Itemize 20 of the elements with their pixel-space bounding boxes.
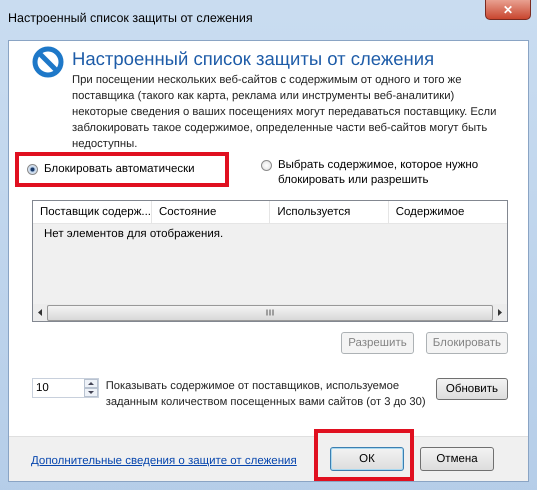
scroll-right-icon[interactable]	[497, 308, 503, 317]
empty-list-text: Нет элементов для отображения.	[44, 228, 224, 240]
scroll-left-icon[interactable]	[37, 308, 43, 317]
dialog-button[interactable]: ОК	[330, 447, 404, 471]
column-header[interactable]: Поставщик содерж...	[33, 201, 152, 223]
dialog-button[interactable]: Отмена	[420, 447, 494, 471]
more-info-link[interactable]: Дополнительные сведения о защите от слежения	[31, 455, 297, 467]
column-header[interactable]: Содержимое	[388, 201, 507, 223]
refresh-button[interactable]: Обновить	[436, 378, 508, 400]
horizontal-scrollbar[interactable]	[33, 304, 507, 321]
description-text: При посещении нескольких веб-сайтов с содержимым от одного и того же поставщика (такого как карта, реклама или инструменты веб-аналитики) некоторые сведения о ваших посещениях могут передаваться поставщику. Если заблокировать такое содержимое, определенные части веб-сайтов могут быть недоступны.	[72, 73, 498, 152]
threshold-label: Показывать содержимое от поставщиков, используемое заданным количеством посещенных вами сайтов (от 3 до 30)	[106, 379, 427, 410]
number-spinner[interactable]: 10	[32, 378, 99, 398]
window-title: Настроенный список защиты от слежения	[8, 11, 253, 25]
dialog-heading: Настроенный список защиты от слежения	[72, 48, 436, 70]
mode-radio[interactable]: Блокировать автоматически	[15, 152, 229, 187]
column-header[interactable]: Состояние	[152, 201, 270, 223]
column-header[interactable]: Используется	[270, 201, 389, 223]
grip-icon	[266, 309, 274, 316]
blocked-sign-icon	[32, 46, 64, 78]
